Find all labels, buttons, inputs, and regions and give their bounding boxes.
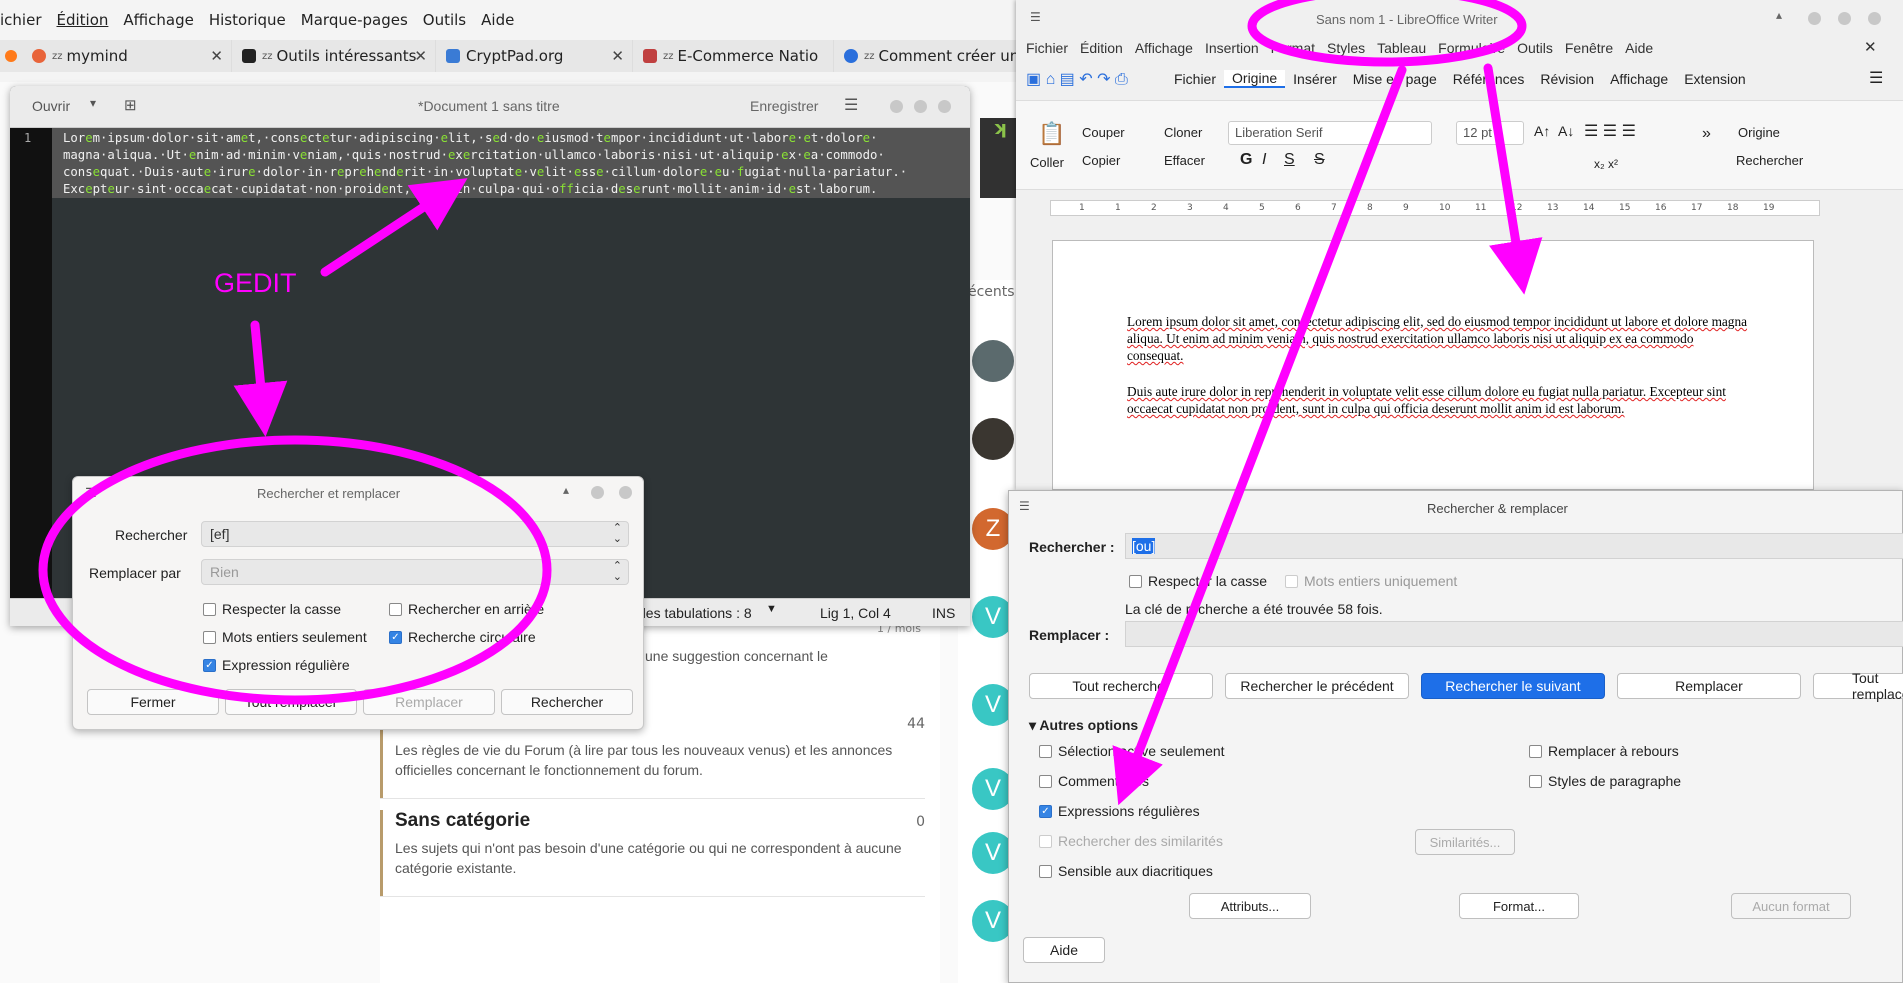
- annotation-ellipse: [1247, 0, 1527, 67]
- annotation-arrow: [1112, 65, 1407, 806]
- annotation-arrow: [1483, 63, 1543, 295]
- annotation-ellipse: [38, 435, 552, 705]
- annotation-arrow: [233, 320, 288, 437]
- annotation-arrow: [320, 178, 468, 277]
- annotation-overlay: [38, 0, 1543, 806]
- annotation-label: GEDIT: [214, 268, 297, 298]
